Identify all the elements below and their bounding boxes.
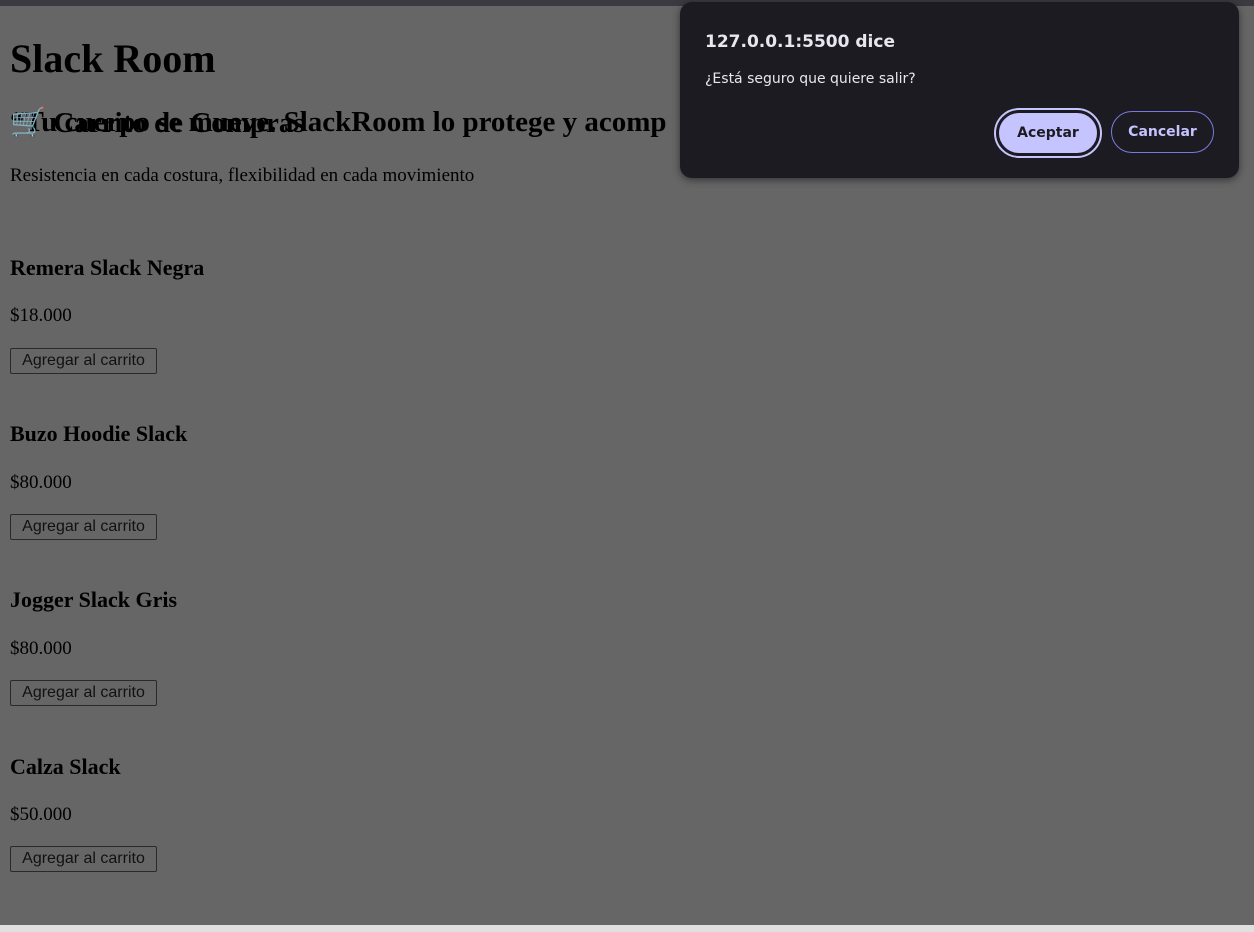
add-to-cart-button[interactable]: Agregar al carrito <box>10 348 157 374</box>
lead-text: Resistencia en cada costura, flexibilida… <box>10 165 475 186</box>
add-to-cart-button[interactable]: Agregar al carrito <box>10 680 157 706</box>
cart-title: Carrito de Compras <box>53 107 305 139</box>
shopping-cart-icon: 🛒 <box>10 107 47 139</box>
accept-button[interactable]: Aceptar <box>994 108 1102 158</box>
product-price: $80.000 <box>10 472 72 493</box>
cart-heading: 🛒 Carrito de Compras <box>10 106 305 140</box>
product-price: $50.000 <box>10 804 72 825</box>
product-price: $18.000 <box>10 305 72 326</box>
cancel-button[interactable]: Cancelar <box>1111 111 1214 153</box>
page-title: Slack Room <box>10 36 216 81</box>
add-to-cart-button[interactable]: Agregar al carrito <box>10 514 157 540</box>
product-name: Jogger Slack Gris <box>10 587 178 612</box>
confirm-dialog: 127.0.0.1:5500 dice ¿Está seguro que qui… <box>680 2 1239 178</box>
dialog-message: ¿Está seguro que quiere salir? <box>705 71 916 87</box>
product-price: $80.000 <box>10 638 72 659</box>
product-name: Buzo Hoodie Slack <box>10 421 188 446</box>
add-to-cart-button[interactable]: Agregar al carrito <box>10 846 157 872</box>
horizontal-scrollbar[interactable] <box>0 925 1254 932</box>
product-name: Remera Slack Negra <box>10 255 205 280</box>
dialog-title: 127.0.0.1:5500 dice <box>705 32 895 52</box>
product-name: Calza Slack <box>10 754 121 779</box>
